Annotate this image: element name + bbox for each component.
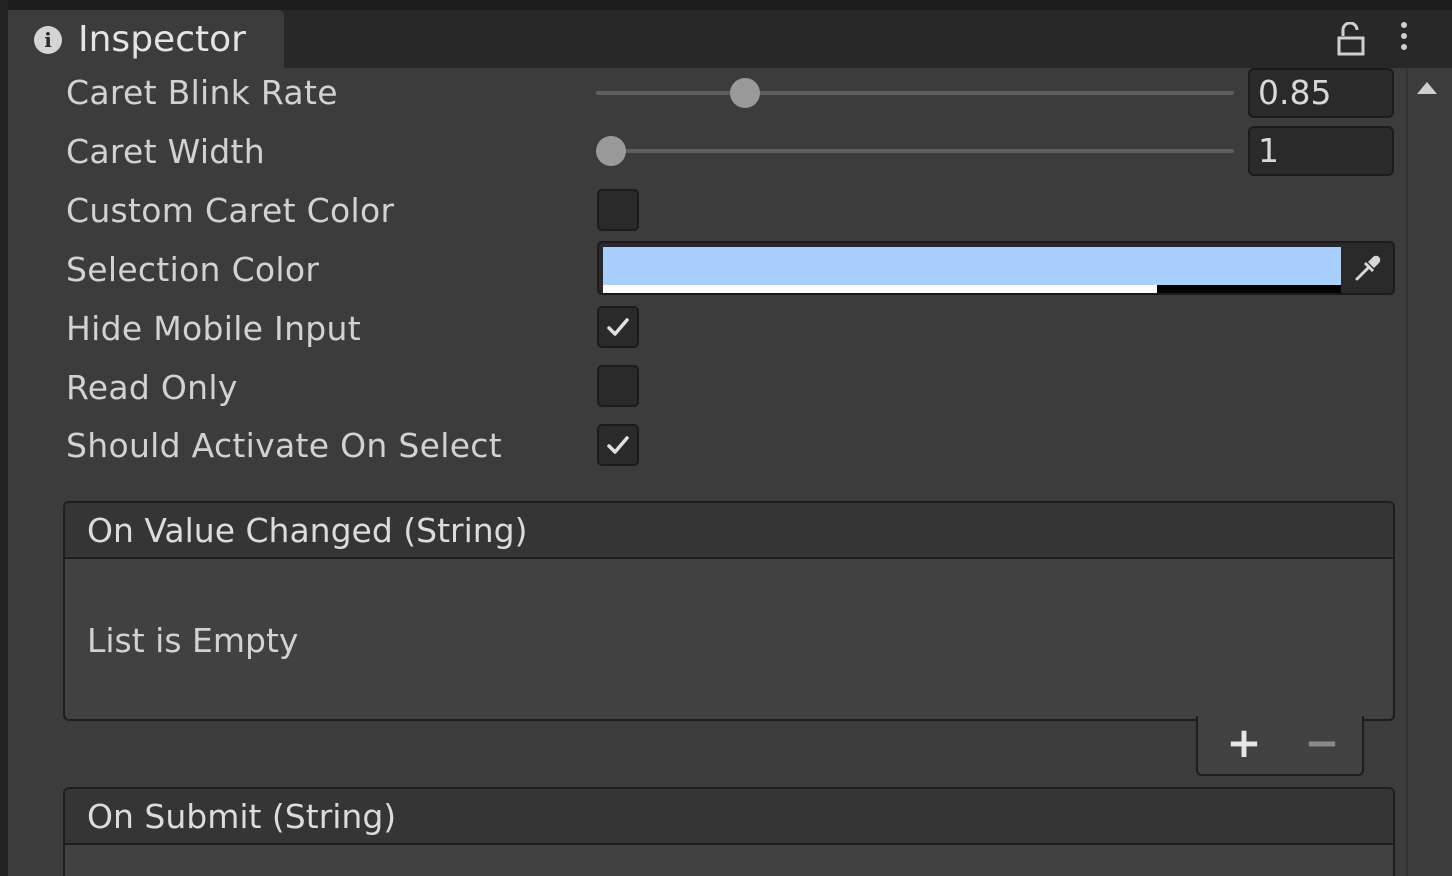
- caret-width-slider-track[interactable]: [596, 149, 1234, 153]
- scroll-up-arrow-icon[interactable]: [1417, 82, 1437, 94]
- selection-color-field[interactable]: [597, 241, 1395, 295]
- caret-width-label: Caret Width: [66, 132, 266, 171]
- add-listener-button[interactable]: +: [1224, 720, 1264, 766]
- inspector-window: i Inspector Caret Blink Rate 0.85 Caret …: [0, 0, 1452, 876]
- read-only-checkbox[interactable]: [597, 365, 639, 407]
- tab-title: Inspector: [78, 19, 246, 60]
- custom-caret-color-checkbox[interactable]: [597, 189, 639, 231]
- hide-mobile-input-checkbox[interactable]: [597, 306, 639, 348]
- on-submit-header: On Submit (String): [65, 789, 1393, 845]
- custom-caret-color-label: Custom Caret Color: [66, 191, 395, 230]
- lock-icon[interactable]: [1336, 22, 1366, 58]
- caret-blink-rate-label: Caret Blink Rate: [66, 73, 338, 112]
- should-activate-on-select-label: Should Activate On Select: [66, 426, 502, 465]
- alpha-bar-empty: [1156, 285, 1341, 293]
- list-footer: + −: [1196, 716, 1364, 776]
- info-icon: i: [34, 26, 62, 54]
- caret-blink-rate-slider-thumb[interactable]: [729, 78, 760, 108]
- caret-blink-rate-slider-track[interactable]: [596, 91, 1234, 95]
- hide-mobile-input-label: Hide Mobile Input: [66, 309, 362, 348]
- checkmark-icon: [607, 436, 629, 454]
- list-empty-text: List is Empty: [87, 621, 299, 660]
- vertical-scrollbar[interactable]: [1406, 68, 1452, 876]
- caret-width-slider-thumb[interactable]: [596, 136, 626, 166]
- selection-color-swatch[interactable]: [603, 247, 1341, 285]
- eyedropper-icon[interactable]: [1351, 251, 1385, 285]
- alpha-bar-fill: [603, 285, 1157, 293]
- checkmark-icon: [607, 318, 629, 336]
- kebab-menu-icon[interactable]: [1394, 22, 1414, 56]
- left-edge: [0, 0, 8, 876]
- tab-inspector[interactable]: i Inspector: [8, 10, 284, 68]
- caret-width-input[interactable]: 1: [1248, 126, 1394, 176]
- read-only-label: Read Only: [66, 368, 238, 407]
- caret-blink-rate-input[interactable]: 0.85: [1248, 68, 1394, 118]
- selection-color-label: Selection Color: [66, 250, 320, 289]
- should-activate-on-select-checkbox[interactable]: [597, 424, 639, 466]
- on-submit-event: On Submit (String): [63, 787, 1395, 876]
- remove-listener-button[interactable]: −: [1302, 720, 1342, 766]
- on-value-changed-event: On Value Changed (String) List is Empty: [63, 501, 1395, 721]
- on-value-changed-header: On Value Changed (String): [65, 503, 1393, 559]
